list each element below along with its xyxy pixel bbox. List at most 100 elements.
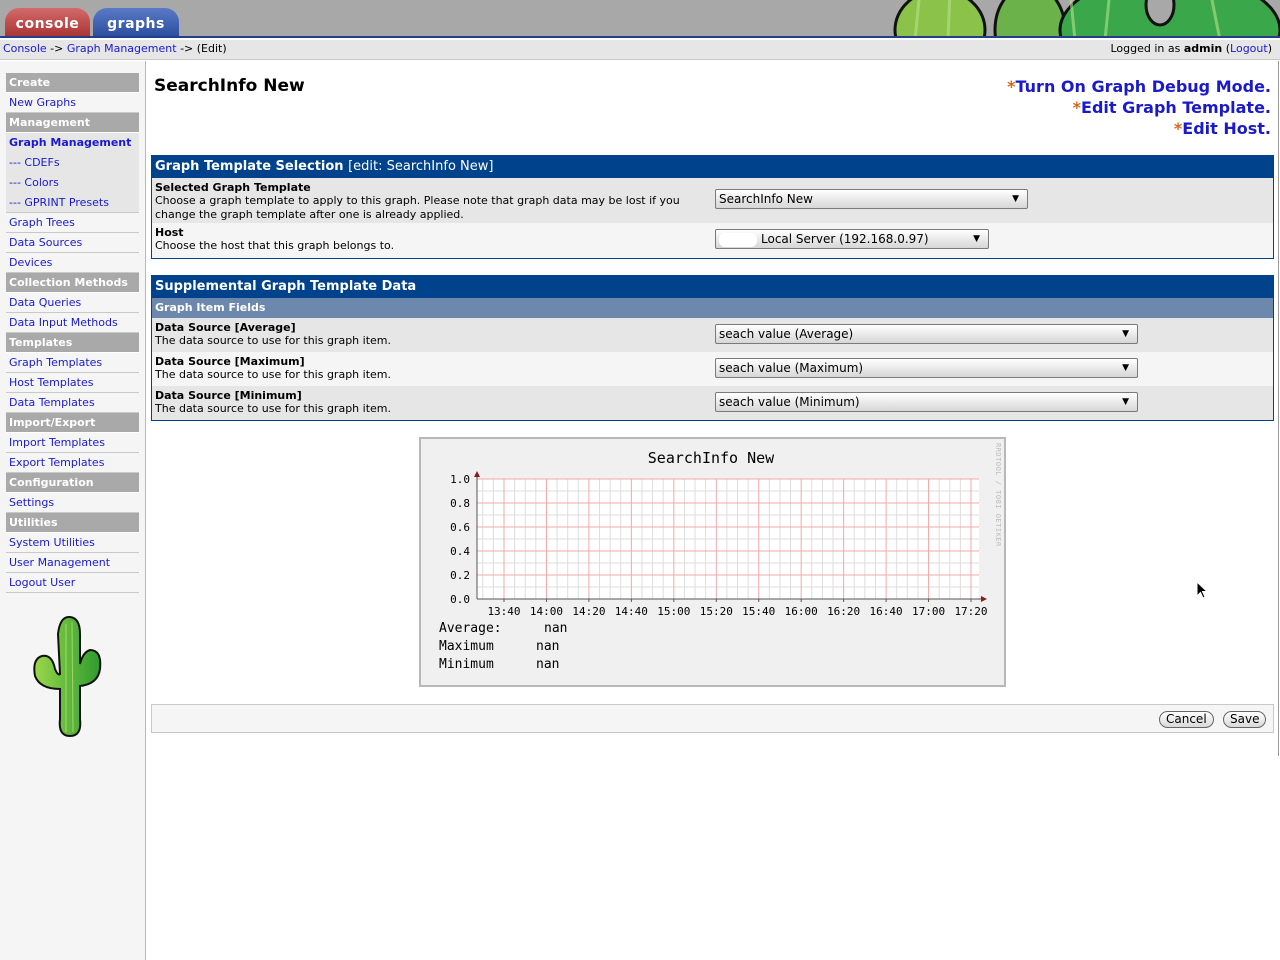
breadcrumb-current: (Edit) <box>196 42 227 55</box>
sidebar-item-cdefs[interactable]: --- CDEFs <box>6 153 139 173</box>
panel-subheader: Graph Item Fields <box>152 298 1273 318</box>
select-value: Local Server (192.168.0.97) <box>761 232 929 246</box>
sidebar-link[interactable]: Export Templates <box>9 456 104 469</box>
sidebar-item-new-graphs[interactable]: New Graphs <box>6 93 139 113</box>
sidebar-link[interactable]: Graph Templates <box>9 356 102 369</box>
breadcrumb-graph-management[interactable]: Graph Management <box>67 42 177 55</box>
sidebar-link[interactable]: Graph Management <box>9 136 131 149</box>
x-tick-label: 16:00 <box>785 605 818 618</box>
graph-template-selection-panel: Graph Template Selection [edit: SearchIn… <box>151 155 1274 259</box>
login-status: Logged in as admin (Logout) <box>1110 42 1272 55</box>
field-description: The data source to use for this graph it… <box>155 368 391 381</box>
login-prefix: Logged in as <box>1110 42 1181 55</box>
sidebar-item-data-queries[interactable]: Data Queries <box>6 293 139 313</box>
sidebar-link[interactable]: Import Templates <box>9 436 105 449</box>
ds-average-select[interactable]: seach value (Average) ▼ <box>715 324 1138 344</box>
sidebar-item-graph-management[interactable]: Graph Management <box>6 133 139 153</box>
sidebar-item-import-templates[interactable]: Import Templates <box>6 433 139 453</box>
cancel-button[interactable]: Cancel <box>1159 711 1214 728</box>
sidebar-item-data-sources[interactable]: Data Sources <box>6 233 139 253</box>
sidebar-item-system-utilities[interactable]: System Utilities <box>6 533 139 553</box>
sidebar-link[interactable]: Data Sources <box>9 236 82 249</box>
star-marker: * <box>1007 77 1016 96</box>
debug-mode-link[interactable]: Turn On Graph Debug Mode. <box>1016 77 1272 96</box>
redacted-text <box>719 232 757 247</box>
breadcrumb-bar: Console -> Graph Management -> (Edit) Lo… <box>0 40 1280 60</box>
x-tick-label: 13:40 <box>487 605 520 618</box>
y-axis-arrow-icon <box>474 471 480 477</box>
form-row-ds-minimum: Data Source [Minimum] The data source to… <box>152 386 1273 420</box>
field-description: The data source to use for this graph it… <box>155 402 391 415</box>
sidebar-link[interactable]: --- CDEFs <box>9 156 60 169</box>
sidebar-link[interactable]: --- GPRINT Presets <box>9 196 109 209</box>
sidebar-link[interactable]: New Graphs <box>9 96 76 109</box>
mouse-cursor-icon <box>1196 581 1208 599</box>
legend-average: Average: nan <box>439 620 639 638</box>
graph-preview: SearchInfo New RRDTOOL / TOBI OETIKER 0.… <box>419 437 1006 687</box>
x-tick-label: 17:20 <box>954 605 987 618</box>
sidebar-link[interactable]: System Utilities <box>9 536 95 549</box>
breadcrumb-console[interactable]: Console <box>3 42 47 55</box>
legend-label: Average: <box>439 621 502 636</box>
tab-console[interactable]: console <box>5 8 90 36</box>
sidebar-header-configuration: Configuration <box>6 473 139 493</box>
tab-graphs[interactable]: graphs <box>93 8 179 36</box>
form-row-host: Host Choose the host that this graph bel… <box>152 223 1273 258</box>
panel-title-text: Graph Template Selection <box>155 159 344 174</box>
save-button[interactable]: Save <box>1223 711 1267 728</box>
field-label: Selected Graph Template <box>155 181 311 194</box>
graph-template-select[interactable]: SearchInfo New ▼ <box>715 189 1028 209</box>
supplemental-data-panel: Supplemental Graph Template Data Graph I… <box>151 275 1274 421</box>
sidebar-item-graph-trees[interactable]: Graph Trees <box>6 213 139 233</box>
host-select[interactable]: Local Server (192.168.0.97) ▼ <box>715 229 989 249</box>
sidebar-header-management: Management <box>6 113 139 133</box>
field-description: The data source to use for this graph it… <box>155 334 391 347</box>
legend-label: Maximum <box>439 639 494 654</box>
sidebar-link[interactable]: User Management <box>9 556 110 569</box>
select-value: SearchInfo New <box>719 192 813 206</box>
logout-link[interactable]: Logout <box>1230 42 1268 55</box>
sidebar-item-logout-user[interactable]: Logout User <box>6 573 139 593</box>
sidebar-link[interactable]: Devices <box>9 256 52 269</box>
panel-title: Supplemental Graph Template Data <box>152 276 1273 298</box>
sidebar-item-export-templates[interactable]: Export Templates <box>6 453 139 473</box>
select-value: seach value (Average) <box>719 327 854 341</box>
x-tick-label: 14:40 <box>615 605 648 618</box>
sidebar-link[interactable]: Data Input Methods <box>9 316 118 329</box>
sidebar-link[interactable]: --- Colors <box>9 176 59 189</box>
ds-maximum-select[interactable]: seach value (Maximum) ▼ <box>715 358 1138 378</box>
y-tick-label: 0.4 <box>450 545 470 558</box>
sidebar-item-host-templates[interactable]: Host Templates <box>6 373 139 393</box>
form-row-ds-average: Data Source [Average] The data source to… <box>152 318 1273 352</box>
x-tick-label: 15:00 <box>657 605 690 618</box>
sidebar-item-graph-templates[interactable]: Graph Templates <box>6 353 139 373</box>
field-label: Host <box>155 226 184 239</box>
sidebar-link[interactable]: Data Templates <box>9 396 95 409</box>
sidebar-item-user-management[interactable]: User Management <box>6 553 139 573</box>
dropdown-arrow-icon: ▼ <box>973 234 980 244</box>
page-title: SearchInfo New <box>154 76 305 96</box>
ds-minimum-select[interactable]: seach value (Minimum) ▼ <box>715 392 1138 412</box>
sidebar-link[interactable]: Graph Trees <box>9 216 75 229</box>
edit-host-link[interactable]: Edit Host. <box>1182 119 1271 138</box>
cactus-banner-logo <box>893 0 1280 36</box>
graph-plot: 0.0 0.2 0.4 0.6 0.8 1.0 13:40 14:00 14:20 14:40 15… <box>450 471 988 618</box>
sidebar-item-devices[interactable]: Devices <box>6 253 139 273</box>
sidebar-link[interactable]: Logout User <box>9 576 75 589</box>
sidebar-link[interactable]: Host Templates <box>9 376 93 389</box>
login-user: admin <box>1183 42 1223 55</box>
field-description: Choose the host that this graph belongs … <box>155 239 395 252</box>
edit-graph-template-link[interactable]: Edit Graph Template. <box>1081 98 1271 117</box>
sidebar-header-import-export: Import/Export <box>6 413 139 433</box>
sidebar-item-colors[interactable]: --- Colors <box>6 173 139 193</box>
sidebar-link[interactable]: Settings <box>9 496 54 509</box>
sidebar-item-settings[interactable]: Settings <box>6 493 139 513</box>
sidebar-item-gprint-presets[interactable]: --- GPRINT Presets <box>6 193 139 213</box>
sidebar-item-data-input-methods[interactable]: Data Input Methods <box>6 313 139 333</box>
y-tick-label: 0.2 <box>450 569 470 582</box>
sidebar-header-utilities: Utilities <box>6 513 139 533</box>
sidebar-item-data-templates[interactable]: Data Templates <box>6 393 139 413</box>
sidebar-link[interactable]: Data Queries <box>9 296 81 309</box>
dropdown-arrow-icon: ▼ <box>1122 363 1129 373</box>
dropdown-arrow-icon: ▼ <box>1122 397 1129 407</box>
